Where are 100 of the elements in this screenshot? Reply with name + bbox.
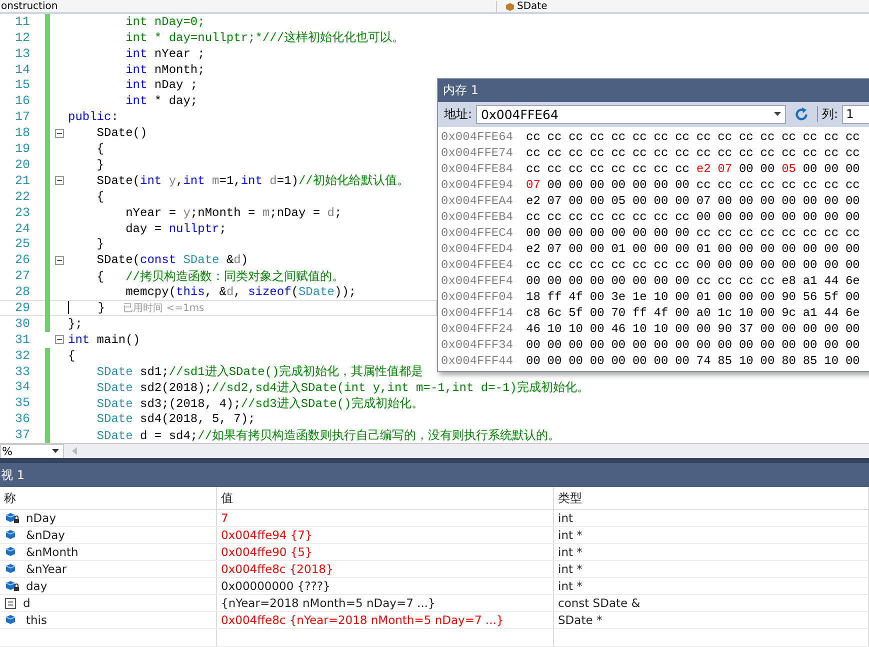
- memory-byte: cc: [824, 146, 840, 160]
- memory-address: 0x004FFEF4: [440, 274, 514, 288]
- memory-byte: 00: [782, 258, 797, 272]
- memory-byte: 6c: [547, 306, 563, 320]
- memory-byte: 00: [738, 242, 754, 256]
- watch-value: 0x00000000 {???}: [217, 578, 554, 594]
- memory-byte: 90: [718, 322, 734, 336]
- code-line: }: [96, 237, 104, 252]
- memory-byte: 00: [718, 210, 734, 224]
- watch-value: 0x004ffe8c {nYear=2018 nMonth=5 nDay=7 ...}: [217, 612, 554, 628]
- memory-address: 0x004FFF44: [440, 354, 514, 368]
- memory-byte: 00: [824, 338, 840, 352]
- memory-byte: 9c: [782, 306, 797, 320]
- column-header[interactable]: 称: [0, 487, 217, 510]
- watch-type: int *: [554, 544, 869, 560]
- column-header[interactable]: 类型: [554, 487, 869, 510]
- memory-byte: cc: [526, 162, 542, 176]
- memory-byte: cc: [760, 130, 776, 144]
- memory-byte: 00: [738, 194, 754, 208]
- memory-byte: cc: [632, 130, 648, 144]
- watch-type: int *: [554, 527, 869, 544]
- memory-address: 0x004FFF24: [440, 322, 514, 336]
- memory-byte: 00: [675, 274, 690, 288]
- line-number: 21: [14, 174, 30, 188]
- memory-byte: 5f: [824, 290, 840, 304]
- memory-byte: 00: [632, 226, 648, 240]
- memory-byte: 80: [782, 354, 797, 368]
- memory-byte: a1: [802, 274, 818, 288]
- line-number: 35: [14, 396, 30, 410]
- memory-byte: 00: [845, 338, 861, 352]
- memory-byte: cc: [696, 146, 712, 160]
- refresh-icon[interactable]: [794, 106, 810, 122]
- memory-byte: 00: [568, 194, 584, 208]
- memory-byte: 07: [696, 194, 712, 208]
- memory-byte: 1c: [718, 306, 734, 320]
- code-line: }: [96, 158, 104, 172]
- memory-byte: 00: [590, 322, 606, 336]
- collapse-icon[interactable]: [54, 128, 64, 138]
- field-icon: [5, 512, 20, 524]
- code-line: {: [68, 348, 76, 363]
- memory-byte: 85: [802, 354, 818, 368]
- code-line: int nMonth;: [124, 62, 205, 77]
- memory-byte: 10: [654, 322, 670, 336]
- memory-address: 0x004FFEE4: [440, 258, 514, 272]
- memory-byte: cc: [696, 130, 712, 144]
- column-header[interactable]: 值: [217, 487, 554, 510]
- address-field[interactable]: 0x004FFE64: [476, 104, 786, 124]
- watch-type: SDate *: [554, 612, 869, 628]
- collapse-icon[interactable]: [54, 176, 64, 186]
- watch-value: 0x004ffe8c {2018}: [217, 561, 554, 578]
- memory-byte: 00: [611, 226, 627, 240]
- code-line: day = nullptr;: [124, 222, 226, 236]
- memory-byte: cc: [632, 162, 648, 176]
- memory-byte: 00: [845, 258, 861, 272]
- watch-name: this: [26, 613, 47, 628]
- memory-byte: 00: [526, 338, 542, 352]
- memory-byte: 00: [568, 226, 584, 240]
- scope-dropdown[interactable]: SDate: [497, 0, 548, 12]
- line-number: 13: [14, 46, 30, 61]
- collapse-icon[interactable]: [54, 256, 64, 265]
- memory-byte: 00: [824, 210, 840, 224]
- line-number: 24: [14, 222, 30, 236]
- memory-byte: 00: [760, 322, 776, 336]
- columns-field[interactable]: 1: [842, 104, 869, 124]
- memory-byte: 00: [845, 162, 861, 176]
- zoom-dropdown[interactable]: %: [0, 444, 64, 459]
- memory-address: 0x004FFE84: [440, 162, 514, 176]
- memory-byte: cc: [654, 146, 670, 160]
- line-number: 31: [14, 332, 30, 347]
- memory-byte: cc: [654, 210, 670, 224]
- memory-byte: 00: [675, 354, 690, 368]
- memory-byte: 00: [696, 210, 712, 224]
- memory-byte: e2: [696, 162, 712, 176]
- memory-byte: 00: [718, 338, 734, 352]
- project-dropdown[interactable]: onstruction: [0, 0, 497, 12]
- memory-byte: 00: [824, 258, 840, 272]
- memory-byte: ff: [547, 290, 563, 304]
- code-line: memcpy(this, &d, sizeof(SDate));: [124, 285, 356, 300]
- memory-byte: cc: [738, 274, 754, 288]
- watch-name: d: [23, 596, 30, 610]
- memory-byte: cc: [632, 258, 648, 272]
- memory-byte: 07: [526, 178, 542, 192]
- memory-byte: 00: [568, 338, 584, 352]
- collapse-icon[interactable]: [54, 335, 64, 344]
- memory-byte: 6e: [845, 306, 861, 320]
- memory-byte: 00: [632, 338, 648, 352]
- memory-byte: cc: [675, 146, 690, 160]
- memory-byte: 74: [696, 354, 712, 368]
- watch-name: &nYear: [26, 562, 67, 576]
- memory-byte: 70: [611, 306, 627, 320]
- memory-byte: 00: [802, 242, 818, 256]
- memory-byte: 00: [611, 338, 627, 352]
- memory-byte: cc: [590, 258, 606, 272]
- memory-byte: cc: [611, 210, 627, 224]
- watch-type: int *: [554, 578, 869, 594]
- code-line: { //拷贝构造函数：同类对象之间赋值的。: [96, 268, 344, 285]
- memory-byte: cc: [782, 146, 797, 160]
- code-line: nYear = y;nMonth = m;nDay = d;: [124, 206, 342, 220]
- memory-byte: 00: [675, 338, 690, 352]
- memory-byte: 4f: [654, 306, 670, 320]
